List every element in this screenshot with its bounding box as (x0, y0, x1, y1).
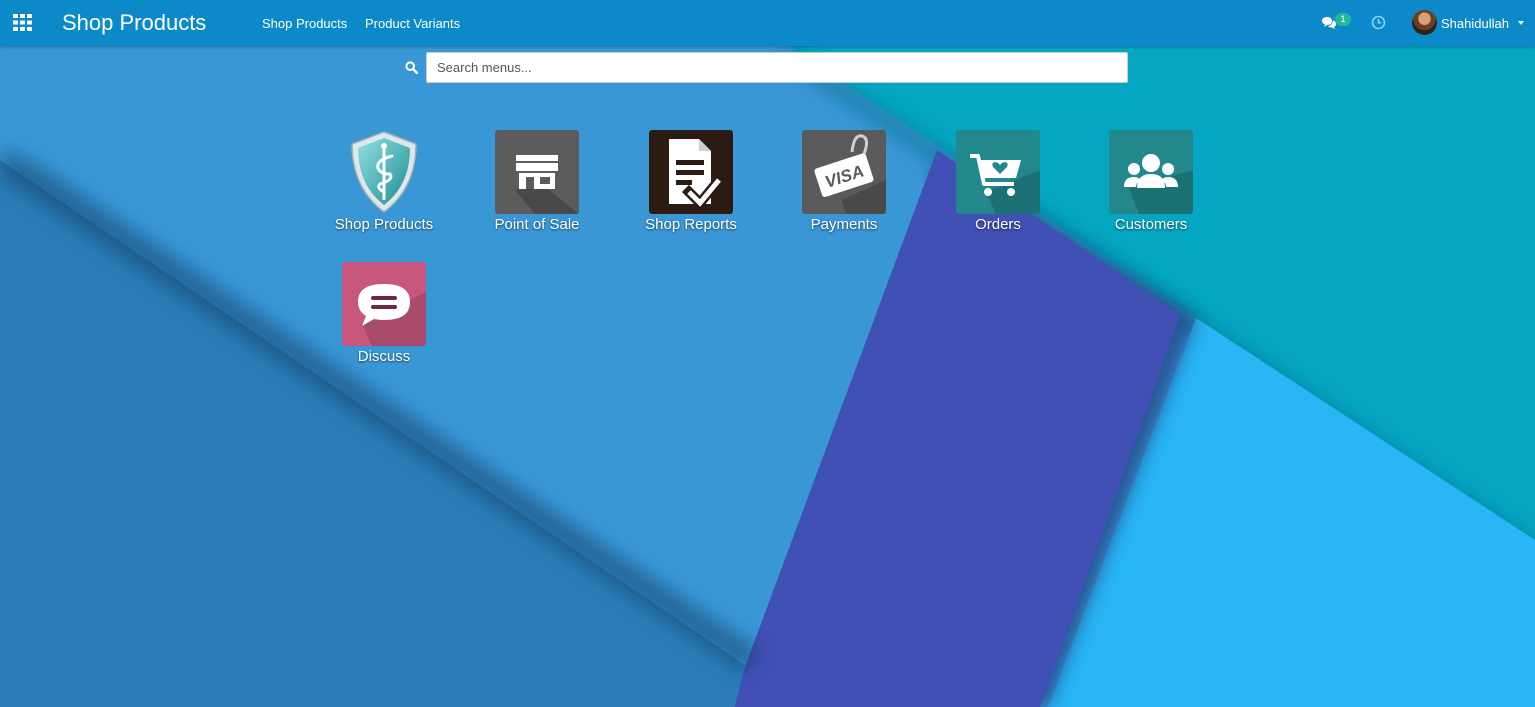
menu-product-variants[interactable]: Product Variants (365, 15, 460, 32)
home-screen: Shop Products Shop Products Product Vari… (0, 0, 1535, 707)
app-label: Orders (975, 216, 1021, 233)
app-point-of-sale[interactable]: Point of Sale (482, 130, 592, 248)
app-label: Payments (810, 216, 878, 233)
avatar (1412, 10, 1437, 35)
storefront-icon (495, 130, 579, 214)
app-customers[interactable]: Customers (1096, 130, 1206, 248)
background-wallpaper (0, 0, 1535, 707)
messages-button[interactable]: 1 (1321, 12, 1355, 34)
search-menus-input[interactable] (426, 52, 1128, 83)
menu-shop-products[interactable]: Shop Products (262, 15, 347, 32)
app-label: Point of Sale (494, 216, 580, 233)
clock-icon[interactable] (1371, 15, 1386, 30)
app-payments[interactable]: VISA Payments (789, 130, 899, 248)
app-label: Shop Reports (645, 216, 737, 233)
users-icon (1109, 130, 1193, 214)
app-discuss[interactable]: Discuss (329, 262, 439, 380)
shopping-cart-icon (956, 130, 1040, 214)
search-icon (405, 61, 418, 74)
top-navbar: Shop Products Shop Products Product Vari… (0, 0, 1535, 46)
app-label: Customers (1114, 216, 1188, 233)
chevron-down-icon (1518, 21, 1524, 25)
app-orders[interactable]: Orders (943, 130, 1053, 248)
app-grid-icon[interactable] (13, 14, 32, 31)
app-shop-reports[interactable]: Shop Reports (636, 130, 746, 248)
app-shop-products[interactable]: Shop Products (329, 130, 439, 248)
app-label: Discuss (357, 348, 411, 365)
shield-caduceus-icon (342, 130, 426, 214)
visa-card-icon: VISA (802, 130, 886, 214)
app-label: Shop Products (334, 216, 434, 233)
message-count-badge: 1 (1335, 13, 1351, 26)
user-name: Shahidullah (1441, 16, 1509, 31)
chat-bubble-icon (342, 262, 426, 346)
app-title: Shop Products (62, 10, 207, 35)
document-check-icon (649, 130, 733, 214)
